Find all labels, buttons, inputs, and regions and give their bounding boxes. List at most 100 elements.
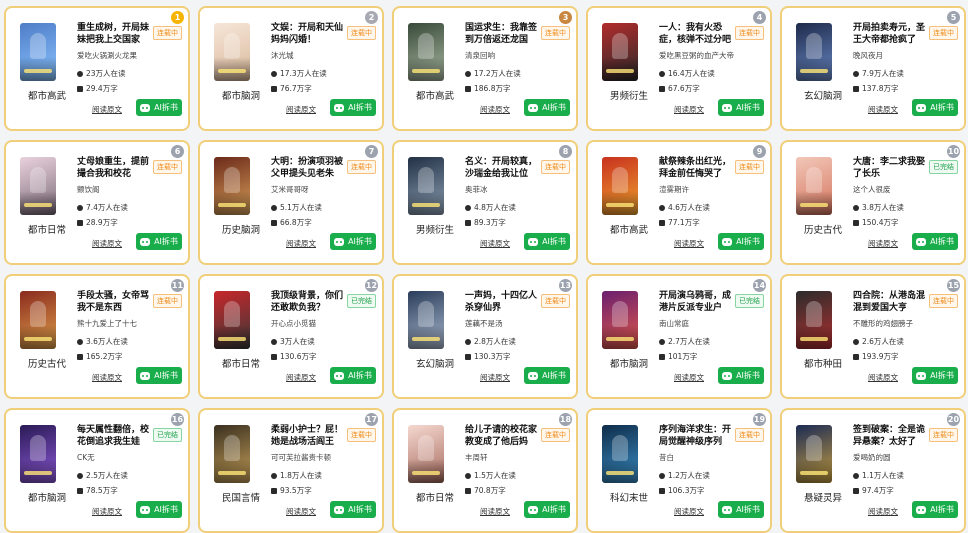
ai-analyze-button[interactable]: AI拆书 [136, 501, 182, 518]
book-card-9[interactable]: 9 都市高武 献祭辣条出红光，拜金前任悔哭了 连载中 渲雾期许 4.6万人在读 … [586, 140, 772, 265]
book-title[interactable]: 四合院：从港岛混混到爱国大亨 [853, 290, 931, 314]
book-card-19[interactable]: 19 科幻末世 序列海洋求生：开局觉醒神级序列 连载中 昔白 1.2万人在读 1… [586, 408, 772, 533]
read-original-link[interactable]: 阅读原文 [286, 238, 316, 249]
book-title[interactable]: 大明：扮演项羽被父甲提头见老朱 [271, 156, 349, 180]
read-original-link[interactable]: 阅读原文 [868, 238, 898, 249]
book-cover-image[interactable] [20, 291, 56, 349]
book-title[interactable]: 重生成树，开局妹妹把我上交国家 [77, 22, 155, 46]
ai-analyze-button[interactable]: AI拆书 [718, 233, 764, 250]
book-cover-image[interactable] [408, 23, 444, 81]
ai-analyze-button[interactable]: AI拆书 [718, 99, 764, 116]
ai-analyze-button[interactable]: AI拆书 [524, 367, 570, 384]
read-original-link[interactable]: 阅读原文 [480, 506, 510, 517]
ai-analyze-button[interactable]: AI拆书 [524, 99, 570, 116]
book-card-14[interactable]: 14 都市脑洞 开局演乌鸦哥，成港片反派专业户 已完结 南山常庭 2.7万人在读… [586, 274, 772, 399]
book-card-11[interactable]: 11 历史古代 手段太骚，女帝骂我不是东西 连载中 熊十九爱上了十七 3.6万人… [4, 274, 190, 399]
book-title[interactable]: 我顶级背景，你们还敢欺负我？ [271, 290, 349, 314]
read-original-link[interactable]: 阅读原文 [674, 372, 704, 383]
book-cover-image[interactable] [408, 291, 444, 349]
book-cover-image[interactable] [602, 291, 638, 349]
book-cover-image[interactable] [20, 23, 56, 81]
ai-analyze-button[interactable]: AI拆书 [330, 501, 376, 518]
book-title[interactable]: 序列海洋求生：开局觉醒神级序列 [659, 424, 737, 448]
ai-analyze-button[interactable]: AI拆书 [912, 367, 958, 384]
read-original-link[interactable]: 阅读原文 [286, 104, 316, 115]
book-card-1[interactable]: 1 都市高武 重生成树，开局妹妹把我上交国家 连载中 爱吃火锅涮火龙果 23万人… [4, 6, 190, 131]
read-original-link[interactable]: 阅读原文 [480, 104, 510, 115]
book-card-12[interactable]: 12 都市日常 我顶级背景，你们还敢欺负我？ 已完结 开心点小觅猫 3万人在读 … [198, 274, 384, 399]
read-original-link[interactable]: 阅读原文 [674, 238, 704, 249]
book-cover-image[interactable] [796, 425, 832, 483]
book-title[interactable]: 名义：开局较真，沙瑞金给我让位 [465, 156, 543, 180]
book-title[interactable]: 手段太骚，女帝骂我不是东西 [77, 290, 155, 314]
ai-analyze-button[interactable]: AI拆书 [524, 233, 570, 250]
book-card-20[interactable]: 20 悬疑灵异 签到破案：全是诡异悬案？太好了 连载中 爱喝奶的圆 1.1万人在… [780, 408, 966, 533]
read-original-link[interactable]: 阅读原文 [286, 506, 316, 517]
book-cover-image[interactable] [602, 23, 638, 81]
ai-analyze-button[interactable]: AI拆书 [330, 367, 376, 384]
ai-analyze-button[interactable]: AI拆书 [912, 99, 958, 116]
book-card-3[interactable]: 3 都市高武 国运求生：我靠签到万倍返还龙国 连载中 清泉回响 17.2万人在读… [392, 6, 578, 131]
book-card-4[interactable]: 4 男频衍生 一人：我有火恐症，核弹不过分吧 连载中 爱吃黑豆粥的血产大帝 16… [586, 6, 772, 131]
read-original-link[interactable]: 阅读原文 [92, 506, 122, 517]
ai-analyze-button[interactable]: AI拆书 [330, 233, 376, 250]
book-title[interactable]: 一声妈，十四亿人杀穿仙界 [465, 290, 543, 314]
book-cover-image[interactable] [214, 157, 250, 215]
book-card-2[interactable]: 2 都市脑洞 文娱：开局和天仙妈妈闪婚！ 连载中 沐光城 17.3万人在读 76… [198, 6, 384, 131]
book-title[interactable]: 大唐：李二求我娶了长乐 [853, 156, 931, 180]
read-original-link[interactable]: 阅读原文 [92, 238, 122, 249]
ai-analyze-button[interactable]: AI拆书 [524, 501, 570, 518]
ai-analyze-button[interactable]: AI拆书 [912, 501, 958, 518]
book-card-6[interactable]: 6 都市日常 丈母娘重生，提前撮合我和校花 连载中 颤饮阁 7.4万人在读 28… [4, 140, 190, 265]
read-original-link[interactable]: 阅读原文 [674, 104, 704, 115]
book-cover-image[interactable] [214, 425, 250, 483]
book-title[interactable]: 签到破案：全是诡异悬案？太好了 [853, 424, 931, 448]
book-title[interactable]: 一人：我有火恐症，核弹不过分吧 [659, 22, 737, 46]
book-cover-image[interactable] [20, 425, 56, 483]
book-card-8[interactable]: 8 男频衍生 名义：开局较真，沙瑞金给我让位 连载中 奥菲冰 4.8万人在读 8… [392, 140, 578, 265]
ai-analyze-button[interactable]: AI拆书 [330, 99, 376, 116]
read-original-link[interactable]: 阅读原文 [868, 104, 898, 115]
ai-analyze-button[interactable]: AI拆书 [136, 367, 182, 384]
book-cover-image[interactable] [214, 291, 250, 349]
book-title[interactable]: 给儿子请的校花家教变成了他后妈 [465, 424, 543, 448]
read-original-link[interactable]: 阅读原文 [92, 104, 122, 115]
ai-analyze-button[interactable]: AI拆书 [136, 233, 182, 250]
read-original-link[interactable]: 阅读原文 [868, 372, 898, 383]
book-card-18[interactable]: 18 都市日常 给儿子请的校花家教变成了他后妈 连载中 丰周轩 1.5万人在读 … [392, 408, 578, 533]
book-title[interactable]: 丈母娘重生，提前撮合我和校花 [77, 156, 155, 180]
book-title[interactable]: 柔弱小护士？屁！她是战场活阎王 [271, 424, 349, 448]
ai-analyze-button[interactable]: AI拆书 [718, 501, 764, 518]
read-original-link[interactable]: 阅读原文 [674, 506, 704, 517]
ai-analyze-button[interactable]: AI拆书 [136, 99, 182, 116]
read-original-link[interactable]: 阅读原文 [480, 372, 510, 383]
book-cover-image[interactable] [602, 425, 638, 483]
book-cover-image[interactable] [602, 157, 638, 215]
book-card-10[interactable]: 10 历史古代 大唐：李二求我娶了长乐 已完结 这个人很废 3.8万人在读 15… [780, 140, 966, 265]
ai-analyze-button[interactable]: AI拆书 [912, 233, 958, 250]
book-title[interactable]: 每天属性翻倍，校花倒追求我生娃 [77, 424, 155, 448]
book-card-17[interactable]: 17 民国言情 柔弱小护士？屁！她是战场活阎王 连载中 可可芙拉酱贵卡顿 1.8… [198, 408, 384, 533]
book-cover-image[interactable] [796, 23, 832, 81]
book-cover-image[interactable] [408, 157, 444, 215]
book-card-15[interactable]: 15 都市种田 四合院：从港岛混混到爱国大亨 连载中 不雕形的鸡翅膀子 2.6万… [780, 274, 966, 399]
book-cover-image[interactable] [796, 291, 832, 349]
book-card-5[interactable]: 5 玄幻脑洞 开局拍卖寿元，圣王大帝都抢疯了 连载中 晚风夜月 7.9万人在读 … [780, 6, 966, 131]
book-cover-image[interactable] [408, 425, 444, 483]
read-original-link[interactable]: 阅读原文 [92, 372, 122, 383]
book-title[interactable]: 献祭辣条出红光，拜金前任悔哭了 [659, 156, 737, 180]
book-cover-image[interactable] [214, 23, 250, 81]
book-cover-image[interactable] [20, 157, 56, 215]
book-card-7[interactable]: 7 历史脑洞 大明：扮演项羽被父甲提头见老朱 连载中 艾米哥哥呀 5.1万人在读… [198, 140, 384, 265]
read-original-link[interactable]: 阅读原文 [868, 506, 898, 517]
read-original-link[interactable]: 阅读原文 [480, 238, 510, 249]
book-title[interactable]: 国运求生：我靠签到万倍返还龙国 [465, 22, 543, 46]
book-title[interactable]: 开局拍卖寿元，圣王大帝都抢疯了 [853, 22, 931, 46]
book-cover-image[interactable] [796, 157, 832, 215]
book-card-13[interactable]: 13 玄幻脑洞 一声妈，十四亿人杀穿仙界 连载中 莲藕不是汤 2.8万人在读 1… [392, 274, 578, 399]
book-card-16[interactable]: 16 都市脑洞 每天属性翻倍，校花倒追求我生娃 已完结 CK无 2.5万人在读 … [4, 408, 190, 533]
book-title[interactable]: 开局演乌鸦哥，成港片反派专业户 [659, 290, 737, 314]
ai-analyze-button[interactable]: AI拆书 [718, 367, 764, 384]
book-title[interactable]: 文娱：开局和天仙妈妈闪婚！ [271, 22, 349, 46]
read-original-link[interactable]: 阅读原文 [286, 372, 316, 383]
